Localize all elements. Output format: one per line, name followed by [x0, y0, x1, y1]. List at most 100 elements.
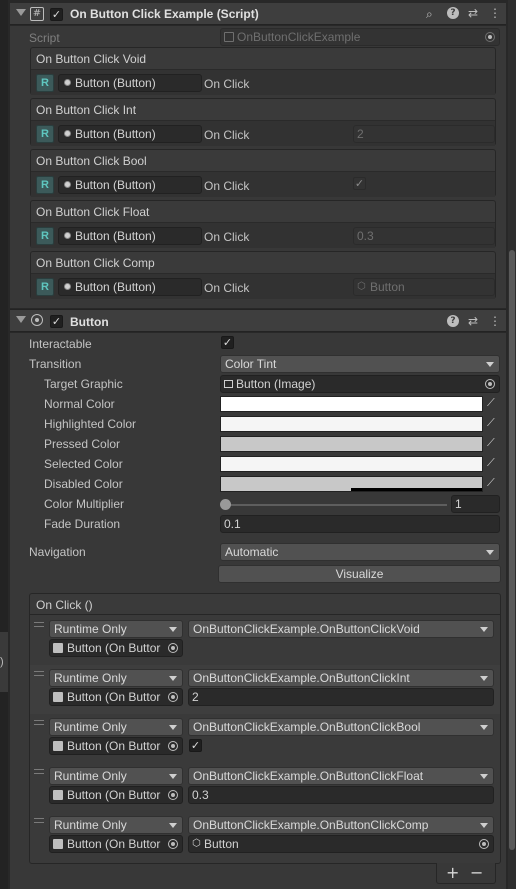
listener-target-field[interactable]: Button (On Buttor: [49, 835, 183, 853]
eyedropper-icon[interactable]: ⟋: [487, 396, 499, 410]
event-row: R Button (Button) On Click ✓: [31, 171, 495, 197]
event-row: R Button (Button) On Click ⬡ Button: [31, 273, 495, 299]
eyedropper-icon[interactable]: ⟋: [487, 476, 499, 490]
help-icon[interactable]: ?: [447, 315, 459, 327]
runtime-toggle-button[interactable]: R: [36, 176, 54, 194]
listener-method-dropdown[interactable]: OnButtonClickExample.OnButtonClickBool: [188, 718, 494, 736]
eyedropper-icon[interactable]: ⟋: [487, 456, 499, 470]
scrollbar-thumb[interactable]: [509, 250, 515, 850]
event-object-field[interactable]: Button (Button): [58, 176, 202, 194]
script-enabled-checkbox[interactable]: ✓: [50, 8, 63, 21]
event-trigger-label: On Click: [204, 281, 250, 295]
object-picker-icon[interactable]: [168, 692, 178, 702]
target-graphic-field[interactable]: Button (Image): [220, 375, 500, 393]
remove-listener-button[interactable]: −: [470, 863, 483, 882]
object-picker-icon[interactable]: [168, 643, 178, 653]
listener-target-field[interactable]: Button (On Buttor: [49, 786, 183, 804]
listener-method-value: OnButtonClickExample.OnButtonClickFloat: [193, 769, 424, 783]
event-row: R Button (Button) On Click: [31, 69, 495, 95]
button-component-header[interactable]: ✓ Button ? ⇄ ⋮: [10, 309, 506, 332]
listener-arg-field[interactable]: 0.3: [188, 786, 494, 804]
color-multiplier-slider-thumb[interactable]: [220, 499, 231, 510]
event-object-field[interactable]: Button (Button): [58, 278, 202, 296]
visualize-button[interactable]: Visualize: [218, 565, 501, 583]
eyedropper-icon[interactable]: ⟋: [487, 416, 499, 430]
color-swatch[interactable]: [220, 476, 483, 492]
object-picker-icon[interactable]: [168, 741, 178, 751]
color-multiplier-slider-track[interactable]: [225, 504, 447, 506]
more-icon[interactable]: ⋮: [489, 314, 501, 328]
listener-mode-dropdown[interactable]: Runtime Only: [49, 620, 183, 638]
color-swatch[interactable]: [220, 416, 483, 432]
listener-target-field[interactable]: Button (On Buttor: [49, 737, 183, 755]
event-object-field[interactable]: Button (Button): [58, 74, 202, 92]
listener-mode-dropdown[interactable]: Runtime Only: [49, 767, 183, 785]
runtime-toggle-button[interactable]: R: [36, 74, 54, 92]
drag-handle-icon[interactable]: [34, 769, 44, 774]
button-enabled-checkbox[interactable]: ✓: [50, 315, 63, 328]
interactable-checkbox[interactable]: ✓: [221, 336, 234, 349]
listener-target-field[interactable]: Button (On Buttor: [49, 639, 183, 657]
search-icon[interactable]: ⌕: [426, 7, 433, 21]
listener-method-dropdown[interactable]: OnButtonClickExample.OnButtonClickVoid: [188, 620, 494, 638]
script-component-header[interactable]: # ✓ On Button Click Example (Script) ⌕ ?…: [10, 3, 506, 25]
listener-mode-value: Runtime Only: [54, 769, 127, 783]
more-icon[interactable]: ⋮: [489, 6, 501, 20]
chevron-down-icon: [486, 550, 494, 555]
color-label: Selected Color: [44, 457, 123, 471]
script-object-icon: [53, 790, 63, 800]
listener-arg-field[interactable]: 2: [188, 688, 494, 706]
button-component-icon: [31, 314, 43, 326]
listener-method-dropdown[interactable]: OnButtonClickExample.OnButtonClickComp: [188, 816, 494, 834]
drag-handle-icon[interactable]: [34, 818, 44, 823]
listener-method-dropdown[interactable]: OnButtonClickExample.OnButtonClickInt: [188, 669, 494, 687]
event-object-field[interactable]: Button (Button): [58, 227, 202, 245]
listener-method-dropdown[interactable]: OnButtonClickExample.OnButtonClickFloat: [188, 767, 494, 785]
object-picker-icon[interactable]: [479, 839, 489, 849]
drag-handle-icon[interactable]: [34, 720, 44, 725]
navigation-dropdown[interactable]: Automatic: [220, 543, 500, 561]
color-swatch[interactable]: [220, 456, 483, 472]
listener-arg-field[interactable]: ⬡ Button: [188, 835, 494, 853]
color-swatch[interactable]: [220, 396, 483, 412]
component-icon: ⬡: [192, 838, 201, 849]
drag-handle-icon[interactable]: [34, 671, 44, 676]
event-object-field[interactable]: Button (Button): [58, 125, 202, 143]
button-object-icon: [64, 130, 71, 138]
script-component-title: On Button Click Example (Script): [70, 7, 259, 21]
listener-mode-dropdown[interactable]: Runtime Only: [49, 718, 183, 736]
listener-mode-dropdown[interactable]: Runtime Only: [49, 669, 183, 687]
fade-duration-input[interactable]: 0.1: [220, 515, 500, 533]
color-swatch[interactable]: [220, 436, 483, 452]
color-multiplier-input[interactable]: 1: [451, 495, 500, 513]
foldout-arrow-icon[interactable]: [16, 9, 26, 16]
object-picker-icon[interactable]: [485, 379, 495, 389]
target-graphic-label: Target Graphic: [44, 377, 123, 391]
chevron-down-icon: [169, 676, 177, 681]
chevron-down-icon: [169, 627, 177, 632]
runtime-toggle-button[interactable]: R: [36, 278, 54, 296]
drag-handle-icon[interactable]: [34, 622, 44, 627]
event-title: On Button Click Bool: [36, 154, 147, 168]
object-picker-icon[interactable]: [168, 790, 178, 800]
component-icon: ⬡: [357, 281, 366, 292]
inspector-scrollbar[interactable]: [508, 0, 516, 889]
runtime-toggle-button[interactable]: R: [36, 227, 54, 245]
eyedropper-icon[interactable]: ⟋: [487, 436, 499, 450]
add-listener-button[interactable]: +: [446, 863, 459, 882]
listener-arg-checkbox[interactable]: ✓: [189, 739, 202, 752]
presets-icon[interactable]: ⇄: [468, 6, 478, 20]
object-picker-icon[interactable]: [168, 839, 178, 849]
color-label: Highlighted Color: [44, 417, 137, 431]
chevron-down-icon: [480, 725, 488, 730]
event-param-value: Button: [370, 280, 405, 294]
listener-mode-dropdown[interactable]: Runtime Only: [49, 816, 183, 834]
runtime-toggle-button[interactable]: R: [36, 125, 54, 143]
help-icon[interactable]: ?: [447, 7, 459, 19]
presets-icon[interactable]: ⇄: [468, 314, 478, 328]
transition-dropdown[interactable]: Color Tint: [220, 355, 500, 373]
listener-target-value: Button (On Buttor: [67, 837, 161, 851]
foldout-arrow-icon[interactable]: [16, 316, 26, 323]
listener-target-field[interactable]: Button (On Buttor: [49, 688, 183, 706]
event-title: On Button Click Int: [36, 103, 137, 117]
